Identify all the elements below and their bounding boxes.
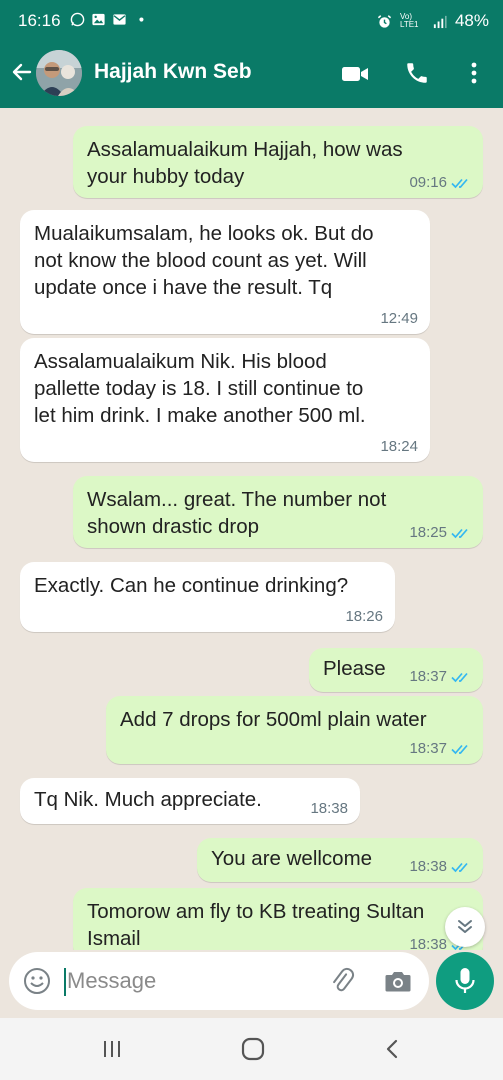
message-time: 12:49 <box>380 310 418 327</box>
contact-name[interactable]: Hajjah Kwn Seb <box>94 60 252 84</box>
message-bubble[interactable]: Add 7 drops for 500ml plain water 18:37 <box>106 696 483 764</box>
avatar-photo-icon <box>36 50 82 96</box>
voice-message-button[interactable] <box>436 952 494 1010</box>
message-meta: 18:37 <box>409 741 471 757</box>
contact-avatar[interactable] <box>36 50 82 96</box>
paperclip-icon[interactable] <box>327 966 357 996</box>
camera-icon[interactable] <box>384 968 412 994</box>
status-right: Vo) LTE1 48% <box>377 11 489 31</box>
scroll-to-bottom-button[interactable] <box>445 907 485 947</box>
message-text: Please <box>323 657 386 680</box>
message-meta: 18:24 <box>380 439 418 455</box>
message-meta: 09:16 <box>409 175 471 191</box>
alarm-icon <box>377 14 392 28</box>
message-text: You are wellcome <box>211 847 373 870</box>
chat-area[interactable]: Assalamualaikum Hajjah, how was your hubb… <box>0 108 503 950</box>
status-bar: 16:16 Vo) LTE1 48% <box>0 0 503 42</box>
message-bubble[interactable]: Tomorow am fly to KB treating Sultan Isma… <box>73 888 483 950</box>
message-text: Tq Nik. Much appreciate. <box>34 788 262 811</box>
notification-icons <box>70 12 148 27</box>
message-text: Assalamualaikum Nik. His blood pallette t… <box>34 350 366 427</box>
battery-level: 48% <box>454 11 489 30</box>
message-bubble[interactable]: Mualaikumsalam, he looks ok. But do not k… <box>20 210 430 334</box>
microphone-icon <box>455 968 475 993</box>
signal-icon <box>433 15 447 28</box>
message-time: 18:24 <box>380 438 418 455</box>
message-time: 18:38 <box>310 800 348 817</box>
message-bubble[interactable]: Please 18:37 <box>309 648 483 692</box>
message-time: 18:38 <box>409 936 447 951</box>
read-ticks-icon <box>451 528 468 539</box>
message-meta: 12:49 <box>380 311 418 327</box>
video-call-icon[interactable] <box>341 62 369 86</box>
message-text: Mualaikumsalam, he looks ok. But do not k… <box>34 222 374 299</box>
message-bubble[interactable]: Wsalam... great. The number not shown dra… <box>73 476 483 548</box>
gallery-notification-icon <box>92 13 105 26</box>
message-time: 18:37 <box>409 740 447 757</box>
more-vertical-icon[interactable] <box>462 60 486 86</box>
message-time: 09:16 <box>409 174 447 191</box>
message-meta: 18:26 <box>345 609 383 625</box>
dot-notification-icon <box>139 17 144 22</box>
message-bubble[interactable]: Assalamualaikum Hajjah, how was your hubb… <box>73 126 483 198</box>
chevron-double-down-icon <box>458 920 472 933</box>
message-text: Assalamualaikum Hajjah, how was your hubb… <box>87 138 403 188</box>
message-time: 18:25 <box>409 524 447 541</box>
arrow-left-icon[interactable] <box>10 60 34 84</box>
message-bubble[interactable]: Assalamualaikum Nik. His blood pallette t… <box>20 338 430 462</box>
read-ticks-icon <box>451 672 468 683</box>
status-time: 16:16 <box>18 11 61 30</box>
message-composer <box>9 952 429 1010</box>
home-icon[interactable] <box>240 1036 266 1062</box>
message-meta: 18:25 <box>409 525 471 541</box>
message-text: Wsalam... great. The number not shown dra… <box>87 488 387 538</box>
message-input[interactable] <box>67 964 317 998</box>
message-time: 18:37 <box>409 668 447 685</box>
message-time: 18:38 <box>409 858 447 875</box>
read-ticks-icon <box>451 744 468 755</box>
read-ticks-icon <box>451 862 468 873</box>
system-navigation-bar <box>0 1018 503 1080</box>
emoji-icon[interactable] <box>23 967 51 995</box>
message-meta: 18:38 <box>310 801 348 817</box>
message-text: Add 7 drops for 500ml plain water <box>120 708 427 731</box>
message-bubble[interactable]: Tq Nik. Much appreciate. 18:38 <box>20 778 360 824</box>
text-cursor <box>64 968 66 996</box>
message-meta: 18:38 <box>409 859 471 875</box>
chat-header: Hajjah Kwn Seb <box>0 42 503 108</box>
message-bubble[interactable]: You are wellcome 18:38 <box>197 838 483 882</box>
recent-apps-icon[interactable] <box>101 1038 123 1060</box>
message-text: Tomorow am fly to KB treating Sultan Isma… <box>87 900 425 950</box>
network-label: Vo) LTE1 <box>399 12 419 29</box>
whatsapp-notification-icon <box>70 12 85 27</box>
message-time: 18:26 <box>345 608 383 625</box>
phone-icon[interactable] <box>404 60 430 86</box>
message-bubble[interactable]: Exactly. Can he continue drinking? 18:26 <box>20 562 395 632</box>
message-meta: 18:37 <box>409 669 471 685</box>
back-icon[interactable] <box>382 1038 404 1060</box>
message-text: Exactly. Can he continue drinking? <box>34 574 349 597</box>
read-ticks-icon <box>451 178 468 189</box>
mail-notification-icon <box>113 14 126 25</box>
